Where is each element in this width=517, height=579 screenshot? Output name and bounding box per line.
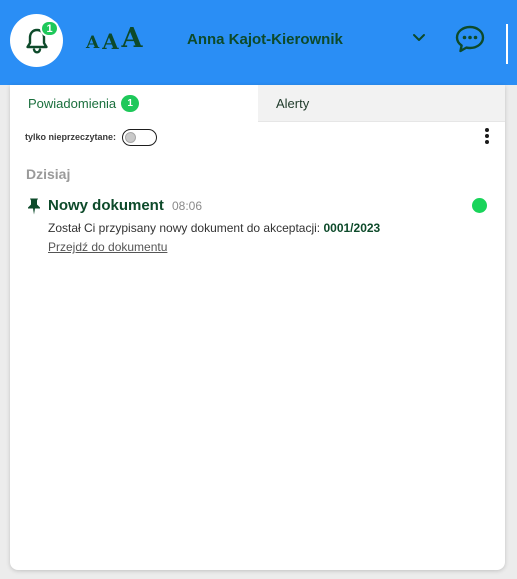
unread-filter-label: tylko nieprzeczytane: (25, 132, 117, 142)
tab-notifications[interactable]: Powiadomienia 1 (10, 85, 258, 122)
tab-alerts-label: Alerty (276, 95, 310, 111)
notifications-button[interactable]: 1 (10, 14, 63, 67)
notifications-count-badge: 1 (40, 20, 59, 37)
toggle-knob (125, 131, 137, 143)
notification-time: 08:06 (172, 199, 203, 213)
tab-notifications-badge: 1 (121, 95, 140, 112)
notification-title: Nowy dokument (48, 197, 164, 214)
unread-indicator[interactable] (472, 198, 487, 213)
font-size-large-button[interactable]: A (122, 25, 143, 52)
tabs: Powiadomienia 1 Alerty (10, 85, 505, 122)
notification-item[interactable]: Nowy dokument 08:06 Został Ci przypisany… (26, 196, 491, 260)
top-bar: 1 A A A Anna Kajot-Kierownik (0, 0, 517, 85)
user-menu-name[interactable]: Anna Kajot-Kierownik (187, 31, 343, 48)
chat-bubble-icon[interactable] (454, 24, 486, 54)
notifications-panel: Powiadomienia 1 Alerty tylko nieprzeczyt… (10, 85, 505, 570)
unread-only-toggle[interactable] (122, 128, 158, 146)
document-number: 0001/2023 (323, 221, 381, 235)
top-bar-divider (506, 24, 508, 64)
go-to-document-link[interactable]: Przejdź do dokumentu (48, 240, 167, 254)
tab-notifications-label: Powiadomienia (28, 96, 117, 111)
section-title-today: Dzisiaj (26, 166, 71, 182)
notification-body-text: Został Ci przypisany nowy dokument do ak… (48, 221, 321, 235)
font-size-switcher: A A A (86, 24, 142, 52)
more-vertical-icon[interactable] (480, 127, 494, 145)
notification-body: Został Ci przypisany nowy dokument do ak… (48, 221, 380, 235)
font-size-medium-button[interactable]: A (102, 31, 118, 52)
chevron-down-icon[interactable] (411, 31, 427, 45)
tab-alerts[interactable]: Alerty (258, 85, 505, 122)
pin-icon[interactable] (26, 197, 42, 215)
unread-filter: tylko nieprzeczytane: (25, 128, 158, 146)
font-size-small-button[interactable]: A (86, 35, 99, 52)
